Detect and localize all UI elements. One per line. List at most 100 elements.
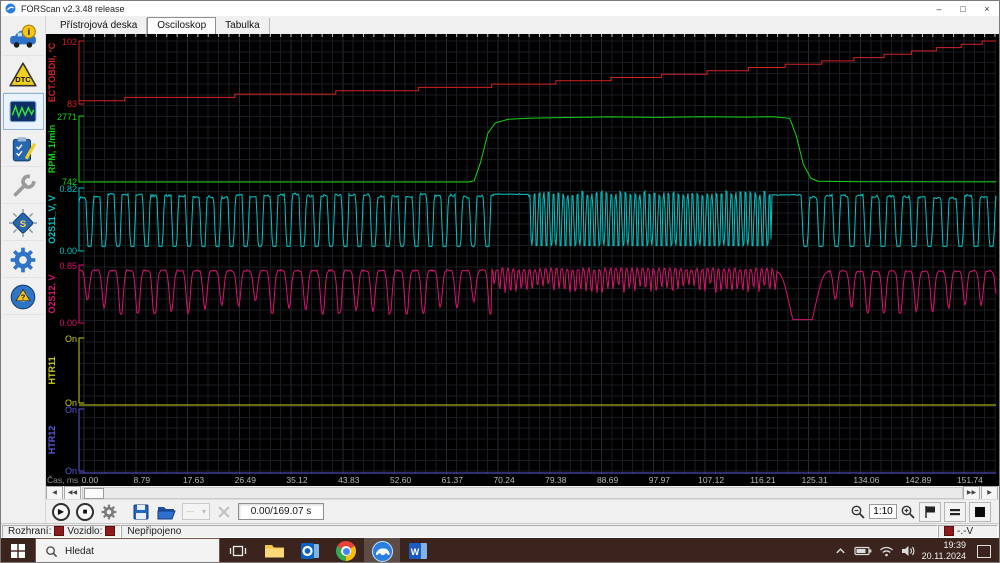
status-bar: Rozhraní: Vozidlo: Nepřipojeno -.-V xyxy=(1,523,999,538)
chevron-down-icon: ▾ xyxy=(202,507,206,516)
sidebar-item-service[interactable] xyxy=(3,167,44,204)
scale-max-o2s11: 0.82 xyxy=(59,184,77,194)
clear-button[interactable] xyxy=(216,504,232,520)
tab-bar: Přístrojová deska Osciloskop Tabulka xyxy=(46,16,999,34)
restore-button[interactable]: □ xyxy=(951,1,975,16)
wrench-icon xyxy=(8,171,38,201)
tab-tabulka[interactable]: Tabulka xyxy=(216,18,269,34)
search-placeholder: Hledat xyxy=(65,546,94,557)
minimize-button[interactable]: – xyxy=(927,1,951,16)
x-tick-label: 134.06 xyxy=(853,475,879,485)
trace-ect xyxy=(79,41,996,101)
scale-max-rpm: 2771 xyxy=(57,112,77,122)
windows-logo-icon xyxy=(11,544,25,558)
zoom-out-button[interactable] xyxy=(850,504,866,520)
transport-toolbar: ▶ ■ —▾ 0.00/169.07 s 1:10 xyxy=(46,499,999,523)
zoom-in-button[interactable] xyxy=(900,504,916,520)
x-tick-label: 8.79 xyxy=(134,475,151,485)
tab-pristrojova-deska[interactable]: Přístrojová deska xyxy=(51,18,147,34)
scale-min-ect: 83 xyxy=(67,99,77,109)
signal-select-dropdown[interactable]: —▾ xyxy=(182,503,210,520)
battery-icon[interactable] xyxy=(854,545,872,557)
taskbar-task-view[interactable] xyxy=(220,538,256,563)
sidebar-item-oscilloscope[interactable] xyxy=(3,93,44,130)
speaker-icon[interactable] xyxy=(901,545,915,557)
scroll-right-button[interactable]: ▶ xyxy=(981,486,998,500)
word-icon: W xyxy=(408,541,428,561)
chip-icon: S xyxy=(8,208,38,238)
start-button[interactable] xyxy=(1,538,35,563)
record-settings-button[interactable] xyxy=(100,503,118,521)
taskbar-clock[interactable]: 19:39 20.11.2024 xyxy=(922,540,966,563)
car-info-icon: i xyxy=(8,23,38,53)
scroll-left-button[interactable]: ◀ xyxy=(46,486,63,500)
system-tray: 19:39 20.11.2024 xyxy=(826,538,999,563)
background-color-button[interactable] xyxy=(969,502,991,522)
gear-icon xyxy=(8,245,38,275)
svg-text:DTC: DTC xyxy=(15,74,31,83)
save-button[interactable] xyxy=(132,503,150,521)
zoom-in-icon xyxy=(900,504,916,520)
scroll-track[interactable] xyxy=(82,487,963,499)
sidebar-item-dtc[interactable]: DTC xyxy=(3,56,44,93)
black-square-icon xyxy=(972,504,988,520)
interface-label: Rozhraní: xyxy=(8,526,51,537)
sidebar-item-settings[interactable] xyxy=(3,241,44,278)
marker-button[interactable] xyxy=(919,502,941,522)
sidebar-item-tests[interactable] xyxy=(3,130,44,167)
flag-icon xyxy=(922,504,938,520)
wifi-icon[interactable] xyxy=(879,545,894,557)
taskbar-file-explorer[interactable] xyxy=(256,538,292,563)
vehicle-status-led xyxy=(105,526,115,536)
axis-bracket-htr11 xyxy=(79,338,84,403)
scroll-far-right-button[interactable]: ▶▶ xyxy=(963,486,980,500)
scope-canvas: 10283ECT.OBDII, °C2771742RPM, 1/min0.820… xyxy=(46,34,1000,486)
scale-max-o2s12: 0.85 xyxy=(59,261,77,271)
scale-min-o2s11: 0.00 xyxy=(59,246,77,256)
x-tick-label: 79.38 xyxy=(545,475,567,485)
clear-x-icon xyxy=(216,504,232,520)
open-button[interactable] xyxy=(156,503,176,521)
taskbar-chrome[interactable] xyxy=(328,538,364,563)
save-icon xyxy=(132,503,150,521)
stop-button[interactable]: ■ xyxy=(76,503,94,521)
gear-small-icon xyxy=(100,503,118,521)
cursor-lines-button[interactable] xyxy=(944,502,966,522)
search-input[interactable]: Hledat xyxy=(35,538,220,563)
scroll-thumb[interactable] xyxy=(84,488,104,499)
play-button[interactable]: ▶ xyxy=(52,503,70,521)
task-view-icon xyxy=(229,542,247,560)
taskbar-outlook[interactable] xyxy=(292,538,328,563)
search-icon xyxy=(45,545,58,558)
axis-bracket-htr12 xyxy=(79,409,84,471)
interface-status-led xyxy=(54,526,64,536)
cursor-voltage-led xyxy=(944,526,954,536)
x-tick-label: 107.12 xyxy=(698,475,724,485)
outlook-icon xyxy=(300,541,320,561)
taskbar-word[interactable]: W xyxy=(400,538,436,563)
tray-chevron-up-icon[interactable] xyxy=(834,545,847,557)
titlebar: FORScan v2.3.48 release – □ × xyxy=(1,1,999,17)
scroll-far-left-button[interactable]: ◀◀ xyxy=(64,486,81,500)
taskbar-forscan[interactable] xyxy=(364,538,400,563)
tab-osciloskop[interactable]: Osciloskop xyxy=(147,17,216,34)
notification-center-icon[interactable] xyxy=(977,545,991,558)
x-tick-label: 17.63 xyxy=(183,475,205,485)
sidebar-item-help[interactable]: ? xyxy=(3,278,44,315)
connection-indicators: Rozhraní: Vozidlo: xyxy=(2,525,121,538)
x-tick-label: 125.31 xyxy=(802,475,828,485)
dtc-warning-icon: DTC xyxy=(8,60,38,90)
time-position-display: 0.00/169.07 s xyxy=(238,503,324,520)
open-folder-icon xyxy=(156,503,176,521)
trace-o2s11 xyxy=(79,191,996,246)
channel-name-htr11: HTR11 xyxy=(47,356,57,384)
x-tick-label: 70.24 xyxy=(493,475,515,485)
scale-max-ect: 102 xyxy=(62,37,77,47)
dropdown-value: — xyxy=(186,507,194,516)
oscilloscope-plot[interactable]: 10283ECT.OBDII, °C2771742RPM, 1/min0.820… xyxy=(46,34,1000,486)
sidebar-item-programming[interactable]: S xyxy=(3,204,44,241)
close-button[interactable]: × xyxy=(975,1,999,16)
x-tick-label: 61.37 xyxy=(442,475,464,485)
sidebar-item-vehicle-info[interactable]: i xyxy=(3,19,44,56)
scale-min-o2s12: 0.00 xyxy=(59,318,77,328)
